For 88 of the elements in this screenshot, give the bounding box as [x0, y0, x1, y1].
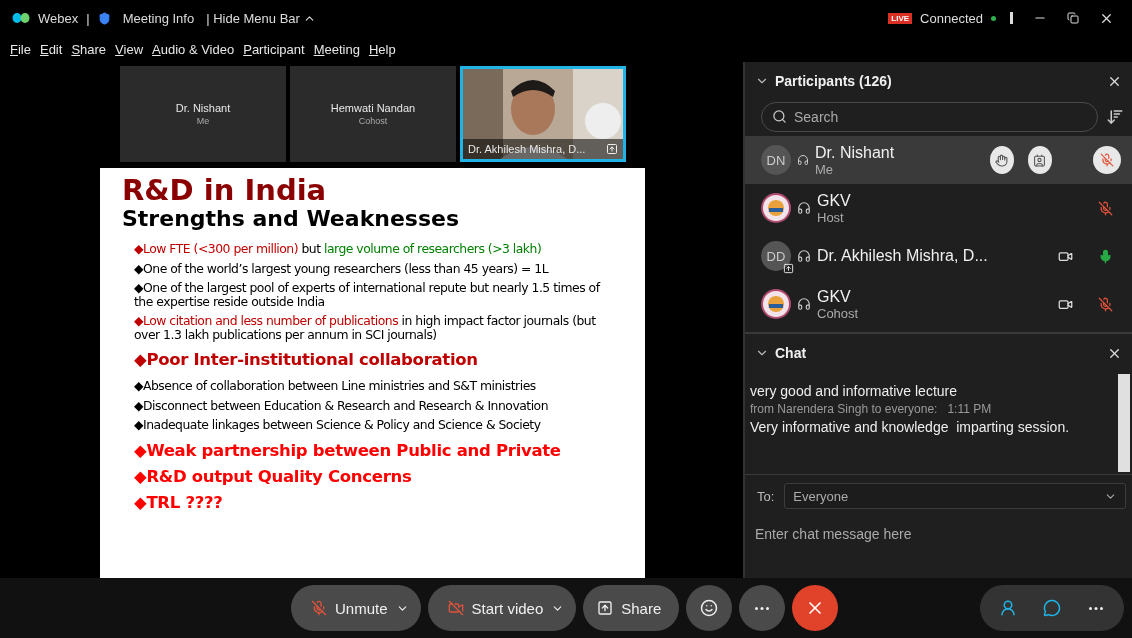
mic-off-icon — [1100, 153, 1115, 167]
headset-icon — [797, 297, 811, 311]
share-icon — [597, 600, 614, 616]
bar-icon — [1010, 12, 1013, 24]
participant-row[interactable]: GKV Host — [745, 184, 1132, 232]
unmute-button[interactable]: Unmute — [291, 585, 421, 631]
participant-row[interactable]: DD Dr. Akhilesh Mishra, D... — [745, 232, 1132, 280]
search-icon — [772, 109, 787, 124]
leave-button[interactable] — [792, 585, 839, 631]
slide-bullet: ◆Inadequate linkages between Science & Policy and Science & Society — [133, 418, 542, 432]
chat-icon — [1043, 599, 1061, 617]
recipient-dropdown[interactable]: Everyone — [784, 483, 1126, 509]
participant-role: Host — [817, 209, 845, 225]
more-icon — [1089, 606, 1103, 610]
slide-heading: ◆Poor Inter-institutional collaboration — [133, 349, 479, 371]
search-field[interactable]: Search — [761, 102, 1098, 132]
tile-role: Cohost — [358, 116, 388, 126]
start-video-button[interactable]: Start video — [427, 585, 577, 631]
tile-name: Dr. Akhilesh Mishra, D... — [468, 143, 586, 155]
headset-icon — [797, 249, 811, 263]
smiley-icon — [700, 599, 719, 617]
participant-role: Me — [815, 161, 835, 177]
menu-item[interactable]: Audio & Video — [152, 41, 235, 57]
video-off-icon — [447, 600, 464, 616]
menu-item[interactable]: Participant — [243, 41, 305, 57]
headset-icon — [797, 153, 809, 167]
webex-logo-icon — [12, 12, 30, 24]
slide-heading: ◆Weak partnership between Public and Private — [133, 439, 562, 462]
slide-bullet: ◆Low FTE (<300 per million) but large volume of researchers (>3 lakh) — [133, 242, 543, 256]
sort-icon[interactable] — [1106, 108, 1124, 126]
tile-role: Me — [196, 116, 210, 126]
participant-row[interactable]: DN Dr. Nishant Me — [745, 136, 1132, 184]
participant-row[interactable]: GKV Cohost — [745, 280, 1132, 328]
contact-card-button[interactable] — [1027, 146, 1052, 174]
more-icon — [755, 606, 770, 610]
live-badge: LIVE — [888, 12, 913, 24]
share-button[interactable]: Share — [583, 585, 680, 631]
menu-item[interactable]: Share — [71, 41, 107, 57]
mic-off-icon — [311, 600, 327, 616]
message-sender: from Narendera Singh to everyone: 1:11 PM — [750, 401, 993, 418]
panel-title: Participants (126) — [775, 73, 892, 89]
slide-bullet: ◆Low citation and less number of publications in high impact factor journals (but over 1.3 lakh publications per annum in SCI journals) — [133, 314, 597, 341]
participant-name: Dr. Akhilesh Mishra, D... — [817, 247, 989, 265]
slide-bullet: ◆Disconnect between Education & Research and Research & Innovation — [133, 398, 550, 412]
shield-icon — [97, 11, 111, 25]
chat-input[interactable]: Enter chat message here — [753, 519, 1124, 549]
chat-message: very good and informative lecture — [750, 382, 958, 400]
tile-name: Dr. Nishant — [175, 102, 231, 114]
reactions-button[interactable] — [686, 585, 733, 631]
participant-name: Dr. Nishant — [815, 143, 896, 162]
separator: | — [86, 10, 90, 26]
hide-menu-bar-button[interactable]: | Hide Menu Bar — [202, 10, 316, 26]
slide-heading: ◆TRL ???? — [133, 491, 224, 514]
menu-item[interactable]: File — [10, 41, 31, 57]
raise-hand-button[interactable] — [989, 146, 1014, 174]
card-icon — [1033, 153, 1047, 167]
slide-bullet: ◆One of the largest pool of experts of international repute but nearly 1.5 times of the expertise reside outside India — [133, 281, 602, 308]
restore-icon — [1067, 12, 1079, 24]
person-icon — [999, 599, 1017, 617]
panel-title: Chat — [775, 345, 807, 361]
tile-name: Hemwati Nandan — [330, 102, 416, 114]
participant-role: Cohost — [817, 305, 860, 321]
avatar: DD — [761, 241, 791, 271]
video-tile[interactable]: Dr. Akhilesh Mishra, D... — [460, 66, 626, 162]
video-tile[interactable]: Hemwati Nandan Cohost — [290, 66, 456, 162]
connection-status: Connected — [920, 10, 983, 26]
slide-bullet: ◆Absence of collaboration between Line ministries and S&T ministries — [133, 379, 537, 393]
hand-icon — [995, 153, 1009, 167]
headset-icon — [797, 201, 811, 215]
slide-bullet: ◆One of the world’s largest young researchers (less than 45 years) = 1L — [133, 261, 550, 275]
menu-item[interactable]: Help — [368, 41, 396, 57]
chat-message: Very informative and knowledge imparting session. — [750, 418, 1071, 436]
to-label: To: — [757, 488, 775, 504]
emblem-icon — [761, 193, 791, 223]
video-tile[interactable]: Dr. Nishant Me — [120, 66, 286, 162]
slide-title: R&D in India — [122, 174, 328, 206]
emblem-icon — [761, 289, 791, 319]
app-name: Webex — [38, 10, 79, 26]
menu-item[interactable]: View — [115, 41, 144, 57]
meeting-info-button[interactable]: Meeting Info — [118, 10, 195, 26]
slide-subtitle: Strengths and Weaknesses — [122, 206, 461, 232]
menu-item[interactable]: Edit — [39, 41, 63, 57]
participant-name: GKV — [817, 287, 852, 306]
slide-heading: ◆R&D output Quality Concerns — [133, 465, 413, 488]
avatar: DN — [761, 145, 791, 175]
mute-button[interactable] — [1093, 146, 1122, 174]
menu-item[interactable]: Meeting — [313, 41, 360, 57]
participant-name: GKV — [817, 191, 852, 210]
